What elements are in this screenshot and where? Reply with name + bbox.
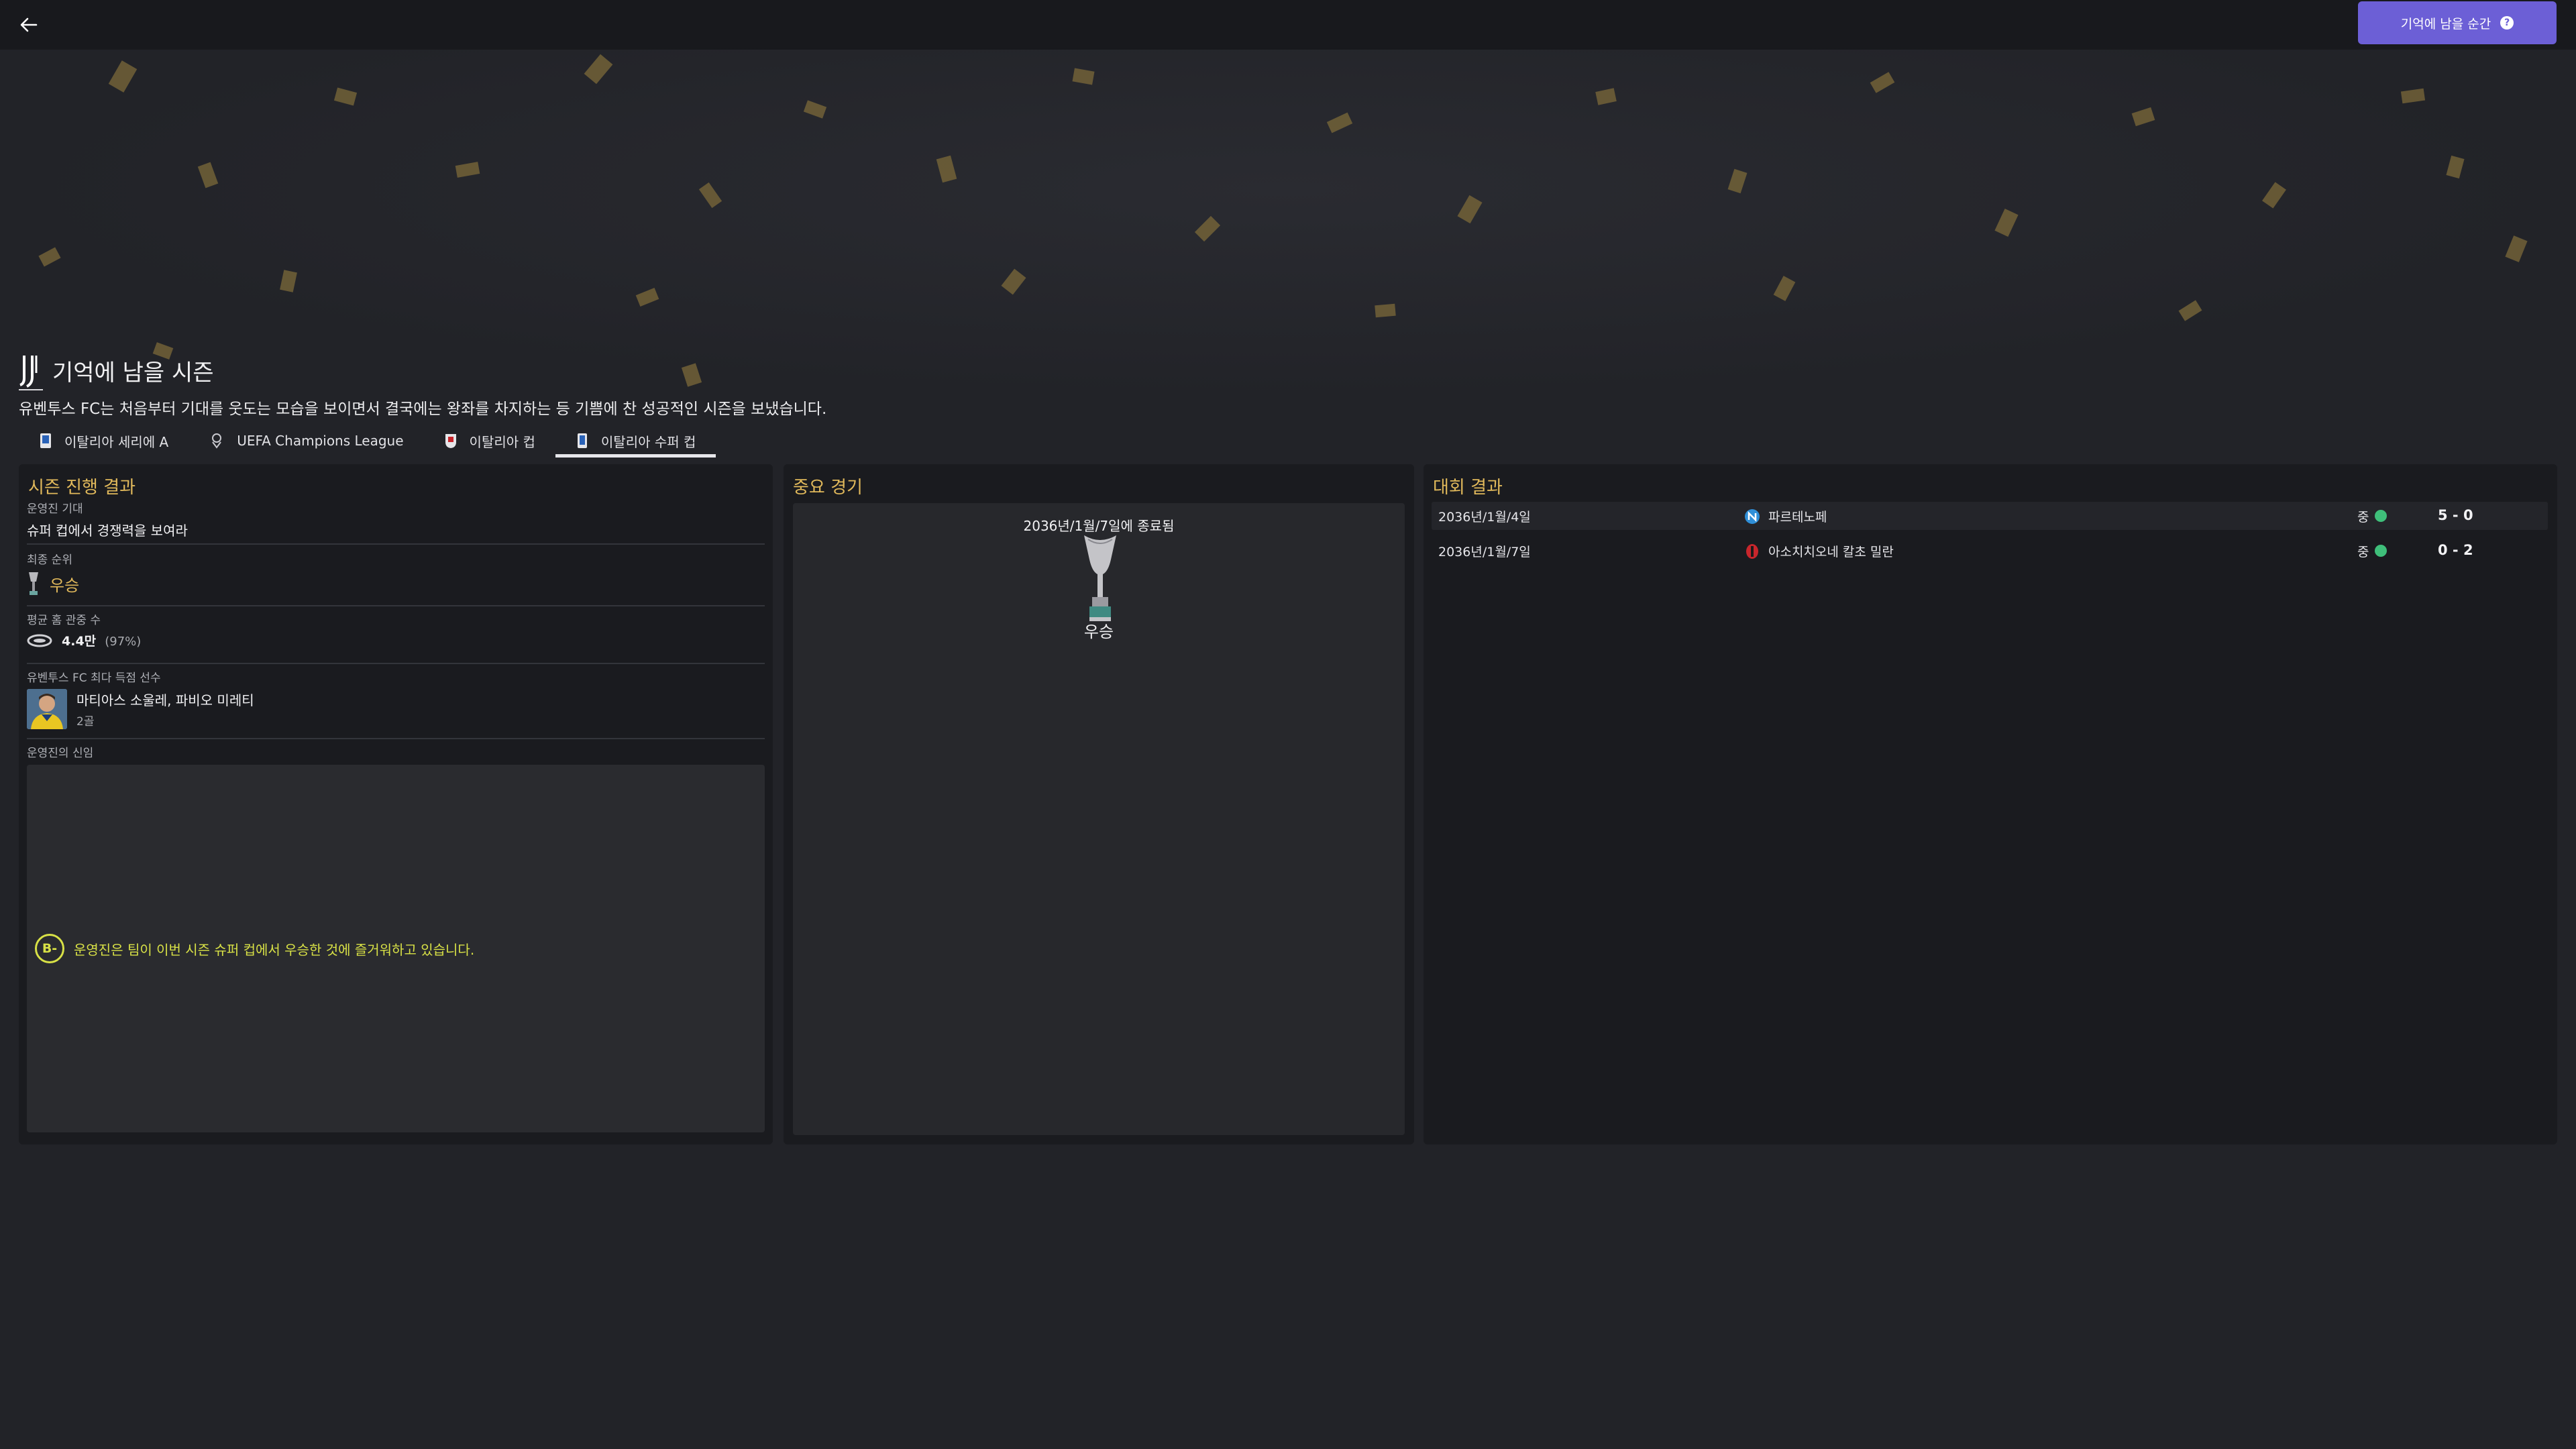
board-confidence-label: 운영진의 신임 bbox=[27, 747, 94, 760]
italy-cup-icon bbox=[445, 434, 456, 448]
tab-italy-supercup[interactable]: 이탈리아 수퍼 컵 bbox=[555, 424, 716, 458]
board-expectation-value: 슈퍼 컵에서 경쟁력을 보여라 bbox=[27, 523, 188, 539]
player-avatar bbox=[27, 689, 67, 729]
panel-title: 중요 경기 bbox=[793, 478, 863, 498]
board-expectation-section: 운영진 기대 슈퍼 컵에서 경쟁력을 보여라 bbox=[27, 499, 765, 539]
result-score: 5 - 0 bbox=[2438, 507, 2473, 523]
win-indicator-icon bbox=[2375, 545, 2387, 557]
result-score: 0 - 2 bbox=[2438, 542, 2473, 558]
board-confidence-row: B- 운영진은 팀이 이번 시즌 슈퍼 컵에서 우승한 것에 즐거워하고 있습니… bbox=[35, 934, 474, 963]
result-opponent[interactable]: 파르테노페 bbox=[1744, 507, 1827, 525]
opponent-name: 파르테노페 bbox=[1768, 510, 1827, 525]
tab-italy-cup[interactable]: 이탈리아 컵 bbox=[424, 424, 555, 458]
final-position-section: 최종 순위 우승 bbox=[27, 550, 765, 596]
result-venue: 중 bbox=[2357, 545, 2369, 559]
season-review-screen: 기억에 남을 순간 ? 기억에 남을 시즌 유벤투스 FC는 처음부터 기대를 … bbox=[0, 0, 2576, 1449]
serie-a-icon bbox=[40, 433, 51, 448]
divider bbox=[27, 605, 765, 606]
confidence-grade-badge: B- bbox=[35, 934, 64, 963]
top-scorer-label: 유벤투스 FC 최다 득점 선수 bbox=[27, 672, 161, 685]
confidence-message: 운영진은 팀이 이번 시즌 슈퍼 컵에서 우승한 것에 즐거워하고 있습니다. bbox=[74, 941, 475, 958]
attendance-section: 평균 홈 관중 수 4.4만 (97%) bbox=[27, 610, 765, 649]
confetti-background bbox=[0, 50, 2576, 398]
final-position-label: 최종 순위 bbox=[27, 553, 72, 567]
memorable-moments-button[interactable]: 기억에 남을 순간 ? bbox=[2358, 1, 2557, 44]
divider bbox=[27, 738, 765, 739]
tab-label: 이탈리아 세리에 A bbox=[64, 433, 169, 450]
panel-title: 시즌 진행 결과 bbox=[28, 478, 136, 498]
season-summary: 유벤투스 FC는 처음부터 기대를 웃도는 모습을 보이면서 결국에는 왕좌를 … bbox=[19, 400, 827, 418]
arrow-left-icon bbox=[20, 17, 38, 32]
attendance-percent: (97%) bbox=[105, 635, 142, 649]
champions-league-icon bbox=[212, 433, 222, 449]
result-row[interactable]: 2036년/1월/7일 아소치치오네 칼초 밀란 중 0 - 2 bbox=[1432, 537, 2548, 565]
question-icon: ? bbox=[2500, 16, 2514, 30]
season-title-row: 기억에 남을 시즌 bbox=[19, 352, 214, 389]
season-progress-panel: 시즌 진행 결과 운영진 기대 슈퍼 컵에서 경쟁력을 보여라 최종 순위 우승… bbox=[19, 464, 773, 1144]
result-row[interactable]: 2036년/1월/4일 파르테노페 중 5 - 0 bbox=[1432, 502, 2548, 530]
attendance-value: 4.4만 bbox=[62, 634, 97, 649]
tab-label: 이탈리아 컵 bbox=[469, 433, 535, 450]
board-expectation-label: 운영진 기대 bbox=[27, 502, 83, 516]
divider bbox=[27, 543, 765, 545]
opponent-name: 아소치치오네 칼초 밀란 bbox=[1768, 545, 1894, 559]
supercup-icon bbox=[577, 433, 587, 448]
title-underline bbox=[19, 389, 43, 390]
key-match-panel: 중요 경기 2036년/1월/7일에 종료됨 우승 bbox=[784, 464, 1414, 1144]
back-button[interactable] bbox=[15, 11, 43, 39]
panel-title: 대회 결과 bbox=[1433, 478, 1503, 498]
top-scorer-name[interactable]: 마티아스 소울레, 파비오 미레티 bbox=[76, 690, 254, 709]
top-bar: 기억에 남을 순간 ? bbox=[0, 0, 2576, 50]
result-date: 2036년/1월/4일 bbox=[1438, 510, 1531, 525]
tab-champions-league[interactable]: UEFA Champions League bbox=[189, 424, 423, 458]
board-confidence-section: 운영진의 신임 bbox=[27, 743, 765, 760]
key-match-card[interactable]: 2036년/1월/7일에 종료됨 우승 bbox=[793, 503, 1405, 1135]
tab-serie-a[interactable]: 이탈리아 세리에 A bbox=[19, 424, 189, 458]
match-result: 우승 bbox=[1083, 623, 1114, 641]
result-opponent[interactable]: 아소치치오네 칼초 밀란 bbox=[1744, 542, 1894, 560]
board-confidence-box: B- 운영진은 팀이 이번 시즌 슈퍼 컵에서 우승한 것에 즐거워하고 있습니… bbox=[27, 765, 765, 1132]
stadium-icon bbox=[27, 634, 52, 647]
divider bbox=[27, 663, 765, 664]
competition-results-panel: 대회 결과 2036년/1월/4일 파르테노페 중 5 - 0 2036년/1월… bbox=[1424, 464, 2557, 1144]
trophy-icon bbox=[29, 572, 38, 595]
top-scorer-goals: 2골 bbox=[76, 715, 95, 729]
memorable-moments-label: 기억에 남을 순간 bbox=[2400, 16, 2491, 32]
player-portrait bbox=[27, 689, 67, 729]
final-position-value: 우승 bbox=[50, 576, 80, 595]
tab-label: 이탈리아 수퍼 컵 bbox=[600, 433, 696, 450]
result-date: 2036년/1월/7일 bbox=[1438, 545, 1531, 559]
top-scorer-section: 유벤투스 FC 최다 득점 선수 마티아스 소울레, 파비오 미레티 2골 bbox=[27, 668, 765, 729]
tab-label: UEFA Champions League bbox=[237, 433, 404, 449]
page-title: 기억에 남을 시즌 bbox=[52, 359, 214, 386]
result-venue: 중 bbox=[2357, 510, 2369, 525]
win-indicator-icon bbox=[2375, 510, 2387, 522]
confetti-decoration bbox=[38, 54, 2528, 387]
attendance-label: 평균 홈 관중 수 bbox=[27, 614, 101, 627]
supercup-trophy-icon bbox=[1084, 535, 1116, 621]
ac-milan-crest-icon bbox=[1746, 543, 1758, 559]
juventus-logo-icon bbox=[19, 356, 38, 388]
napoli-crest-icon bbox=[1745, 508, 1760, 524]
competition-tabs: 이탈리아 세리에 A UEFA Champions League 이탈리아 컵 … bbox=[19, 424, 716, 458]
match-date: 2036년/1월/7일에 종료됨 bbox=[1023, 518, 1175, 534]
